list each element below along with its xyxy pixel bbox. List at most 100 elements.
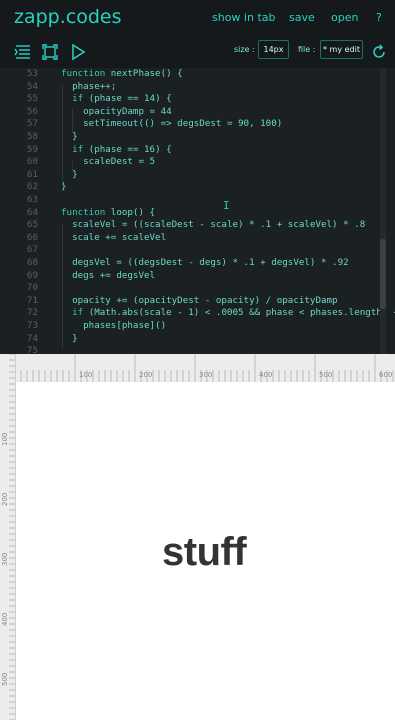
line-number: 64	[26, 206, 38, 218]
code-text: phases[phase]()	[61, 320, 167, 331]
code-text: }	[61, 332, 78, 344]
line-number: 73	[26, 320, 38, 331]
code-text: opacity += (opacityDest - opacity) / opa…	[61, 294, 338, 306]
ruler-label: 100	[79, 371, 93, 379]
code-text: function loop() {	[61, 206, 156, 218]
fullscreen-icon[interactable]	[40, 42, 60, 62]
code-text: function nextPhase() {	[61, 68, 183, 79]
code-text: phase++;	[61, 80, 117, 92]
code-line: 62}	[0, 181, 380, 194]
brand-logo[interactable]: zapp.codes	[14, 6, 122, 28]
ruler-left: 100 200 300 400 500	[0, 354, 16, 720]
text-cursor-icon: I	[223, 199, 230, 212]
ruler-label: 300	[199, 371, 213, 379]
save-link[interactable]: save	[289, 11, 315, 24]
code-line: 56 opacityDamp = 44	[0, 106, 380, 119]
indent-guide	[62, 223, 63, 349]
line-number: 63	[26, 194, 38, 205]
play-icon[interactable]	[68, 42, 88, 62]
line-number: 72	[26, 307, 38, 319]
line-number: 65	[26, 219, 38, 231]
line-number: 56	[26, 105, 38, 117]
ruler-label: 400	[1, 612, 9, 626]
line-number: 60	[26, 156, 38, 168]
ruler-label: 400	[259, 371, 273, 379]
file-label: file :	[298, 45, 316, 54]
code-line: 57 setTimeout(() => degsDest = 90, 100)	[0, 118, 380, 131]
code-text: degsVel = ((degsDest - degs) * .1 + degs…	[61, 257, 349, 268]
ruler-label: 300	[1, 552, 9, 566]
indent-guide	[62, 86, 63, 186]
line-number: 70	[26, 282, 38, 294]
line-number: 53	[26, 68, 38, 79]
code-text: if (phase == 16) {	[72, 143, 172, 155]
show-in-tab-link[interactable]: show in tab	[212, 11, 276, 24]
code-line: 68 degsVel = ((degsDest - degs) * .1 + d…	[0, 257, 380, 270]
reload-icon[interactable]	[369, 42, 389, 62]
code-text: scaleDest = 5	[61, 156, 156, 168]
toolbar: size : 14px file : * my edit	[0, 36, 395, 68]
top-bar: zapp.codes show in tab save open ?	[0, 0, 395, 36]
code-text: opacityDamp = 44	[61, 105, 172, 117]
ruler-label: 600	[379, 371, 393, 379]
code-line: 60 scaleDest = 5	[0, 156, 380, 169]
code-line: 59 if (phase == 16) {	[0, 144, 380, 157]
help-link[interactable]: ?	[376, 11, 382, 24]
code-text: }	[61, 131, 78, 142]
ruler-label: 200	[1, 492, 9, 506]
ruler-label: 500	[1, 672, 9, 686]
code-line: 71 opacity += (opacityDest - opacity) / …	[0, 295, 380, 308]
code-line: 61 }	[0, 169, 380, 182]
editor-scrollbar[interactable]	[380, 68, 386, 354]
code-text: }	[61, 168, 78, 180]
line-number: 71	[26, 294, 38, 306]
line-number: 68	[26, 257, 38, 268]
indent-guide	[72, 109, 73, 133]
code-text: if (Math.abs(scale - 1) < .0005 && phase…	[72, 307, 395, 319]
code-text: setTimeout(() => degsDest = 90, 100)	[61, 118, 283, 130]
code-line: 54 phase++;	[0, 81, 380, 94]
code-line: 65 scaleVel = ((scaleDest - scale) * .1 …	[0, 219, 380, 232]
size-label: size :	[234, 45, 255, 54]
preview-text: stuff	[162, 530, 247, 574]
code-line: 69 degs += degsVel	[0, 270, 380, 283]
code-line: 64 function loop() {	[0, 207, 380, 220]
line-number: 55	[26, 93, 38, 105]
file-field[interactable]: * my edit	[320, 40, 363, 59]
line-number: 74	[26, 332, 38, 344]
code-editor[interactable]: 53 function nextPhase() { 54 phase++; 55 if…	[0, 68, 395, 354]
line-number: 61	[26, 168, 38, 180]
line-number: 75	[26, 345, 38, 354]
code-line: 53 function nextPhase() {	[0, 68, 380, 81]
editor-scrollbar-thumb[interactable]	[380, 239, 386, 309]
open-link[interactable]: open	[331, 11, 358, 24]
line-number: 57	[26, 118, 38, 130]
code-line: 72 if (Math.abs(scale - 1) < .0005 && ph…	[0, 307, 395, 320]
line-number: 58	[26, 131, 38, 142]
ruler-label: 100	[1, 432, 9, 446]
code-line: 67	[0, 244, 380, 257]
code-line: 70	[0, 282, 380, 295]
line-number: 69	[26, 269, 38, 281]
code-line: 55 if (phase == 14) {	[0, 93, 380, 106]
code-line: 63	[0, 194, 380, 207]
format-icon[interactable]	[13, 42, 33, 62]
code-line: 75	[0, 345, 380, 354]
ruler-top: 100 200 300 400 500 600	[15, 354, 395, 383]
size-field[interactable]: 14px	[258, 40, 289, 59]
code-line: 66 scale += scaleVel	[0, 232, 380, 245]
line-number: 59	[26, 143, 38, 155]
line-number: 66	[26, 231, 38, 243]
ruler-label: 200	[139, 371, 153, 379]
code-text: if (phase == 14) {	[72, 93, 172, 105]
code-line: 58 }	[0, 131, 380, 144]
indent-guide	[72, 161, 73, 173]
ruler-label: 500	[319, 371, 333, 379]
code-text: scale += scaleVel	[61, 231, 167, 243]
code-line: 74 }	[0, 333, 380, 346]
code-line: 73 phases[phase]()	[0, 320, 380, 333]
code-text: degs += degsVel	[61, 269, 156, 281]
line-number: 62	[26, 181, 38, 193]
code-text: scaleVel = ((scaleDest - scale) * .1 + s…	[61, 219, 366, 231]
line-number: 67	[26, 244, 38, 256]
